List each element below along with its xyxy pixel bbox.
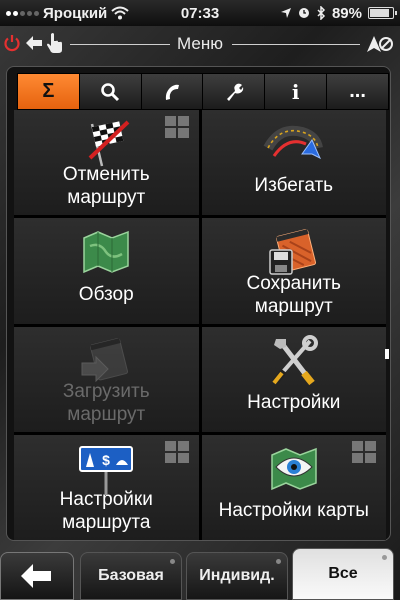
route-settings-label: Настройки маршрута: [59, 489, 153, 533]
tab-custom[interactable]: Индивид.: [186, 552, 288, 600]
bottom-bar: Базовая Индивид. Все: [0, 548, 400, 600]
avoid-label: Избегать: [254, 175, 334, 197]
wifi-icon: [111, 6, 129, 20]
tab-more[interactable]: ...: [327, 74, 388, 109]
overview-button[interactable]: Обзор: [14, 218, 199, 324]
settings-button[interactable]: Настройки: [201, 326, 386, 432]
category-tabs: Σ i ...: [17, 73, 389, 110]
load-route-label: Загрузить маршрут: [62, 380, 150, 425]
title-bar: Меню: [0, 26, 400, 62]
search-icon: [101, 82, 120, 101]
pin-dot-icon: [276, 559, 281, 564]
signal-strength-icon: [6, 10, 39, 16]
tab-tools[interactable]: [203, 74, 266, 109]
battery-percent: 89%: [331, 4, 362, 22]
avoid-road-icon: [263, 125, 323, 160]
menu-grid: Отменить маршрут Избегать Обзор Сохранит…: [14, 110, 386, 540]
tools-settings-icon: [272, 334, 318, 385]
load-route-button[interactable]: Загрузить маршрут: [14, 326, 199, 432]
overview-label: Обзор: [78, 283, 134, 305]
cancel-route-button[interactable]: Отменить маршрут: [14, 110, 199, 216]
tab-custom-label: Индивид.: [199, 567, 275, 584]
alarm-icon: [298, 8, 309, 18]
settings-label: Настройки: [247, 391, 341, 413]
tab-basic[interactable]: Базовая: [80, 552, 182, 600]
tab-phone[interactable]: [141, 74, 204, 109]
info-icon: i: [291, 79, 300, 104]
location-arrow-icon: [280, 8, 291, 18]
navigation-cursor-icon[interactable]: [364, 32, 394, 56]
map-settings-button[interactable]: Настройки карты: [201, 434, 386, 540]
more-icon: ...: [349, 80, 366, 102]
save-route-icon: [269, 229, 316, 275]
shortcut-toggle-icon[interactable]: [164, 440, 189, 463]
wrench-icon: [226, 83, 244, 101]
sign-dollar-text: $: [102, 452, 110, 468]
save-route-label: Сохранить маршрут: [246, 272, 341, 317]
phone-icon: [165, 84, 180, 100]
tab-all-label: Все: [328, 565, 358, 582]
cancel-route-label: Отменить маршрут: [62, 164, 150, 209]
menu-panel: Σ i ... Отменить маршрут Избегать Обзор …: [6, 66, 391, 541]
tab-all[interactable]: Все: [292, 548, 394, 600]
shortcut-toggle-icon[interactable]: [164, 116, 189, 138]
map-eye-icon: [271, 447, 317, 490]
bluetooth-icon: [317, 6, 326, 20]
tab-sigma[interactable]: Σ: [18, 74, 80, 109]
avoid-button[interactable]: Избегать: [201, 110, 386, 216]
battery-icon: [368, 7, 397, 19]
load-route-icon: [81, 337, 129, 382]
status-bar: Яроцкий 07:33 89%: [0, 0, 400, 26]
tab-search[interactable]: [79, 74, 142, 109]
back-button[interactable]: [0, 552, 74, 600]
back-arrow-icon: [21, 564, 51, 588]
checkered-flag-cancel-icon: [88, 120, 130, 167]
route-settings-button[interactable]: $ Настройки маршрута: [14, 434, 199, 540]
tab-basic-label: Базовая: [98, 567, 164, 584]
pin-dot-icon: [170, 559, 175, 564]
road-sign-icon: $: [79, 445, 134, 495]
save-route-button[interactable]: Сохранить маршрут: [201, 218, 386, 324]
scrollbar-thumb[interactable]: [385, 349, 389, 359]
map-overview-icon: [83, 231, 129, 274]
pin-dot-icon: [382, 555, 387, 560]
sigma-icon: Σ: [42, 80, 55, 102]
shortcut-toggle-icon[interactable]: [352, 440, 376, 463]
carrier-name: Яроцкий: [43, 4, 108, 22]
tab-info[interactable]: i: [265, 74, 328, 109]
map-settings-label: Настройки карты: [218, 500, 369, 521]
